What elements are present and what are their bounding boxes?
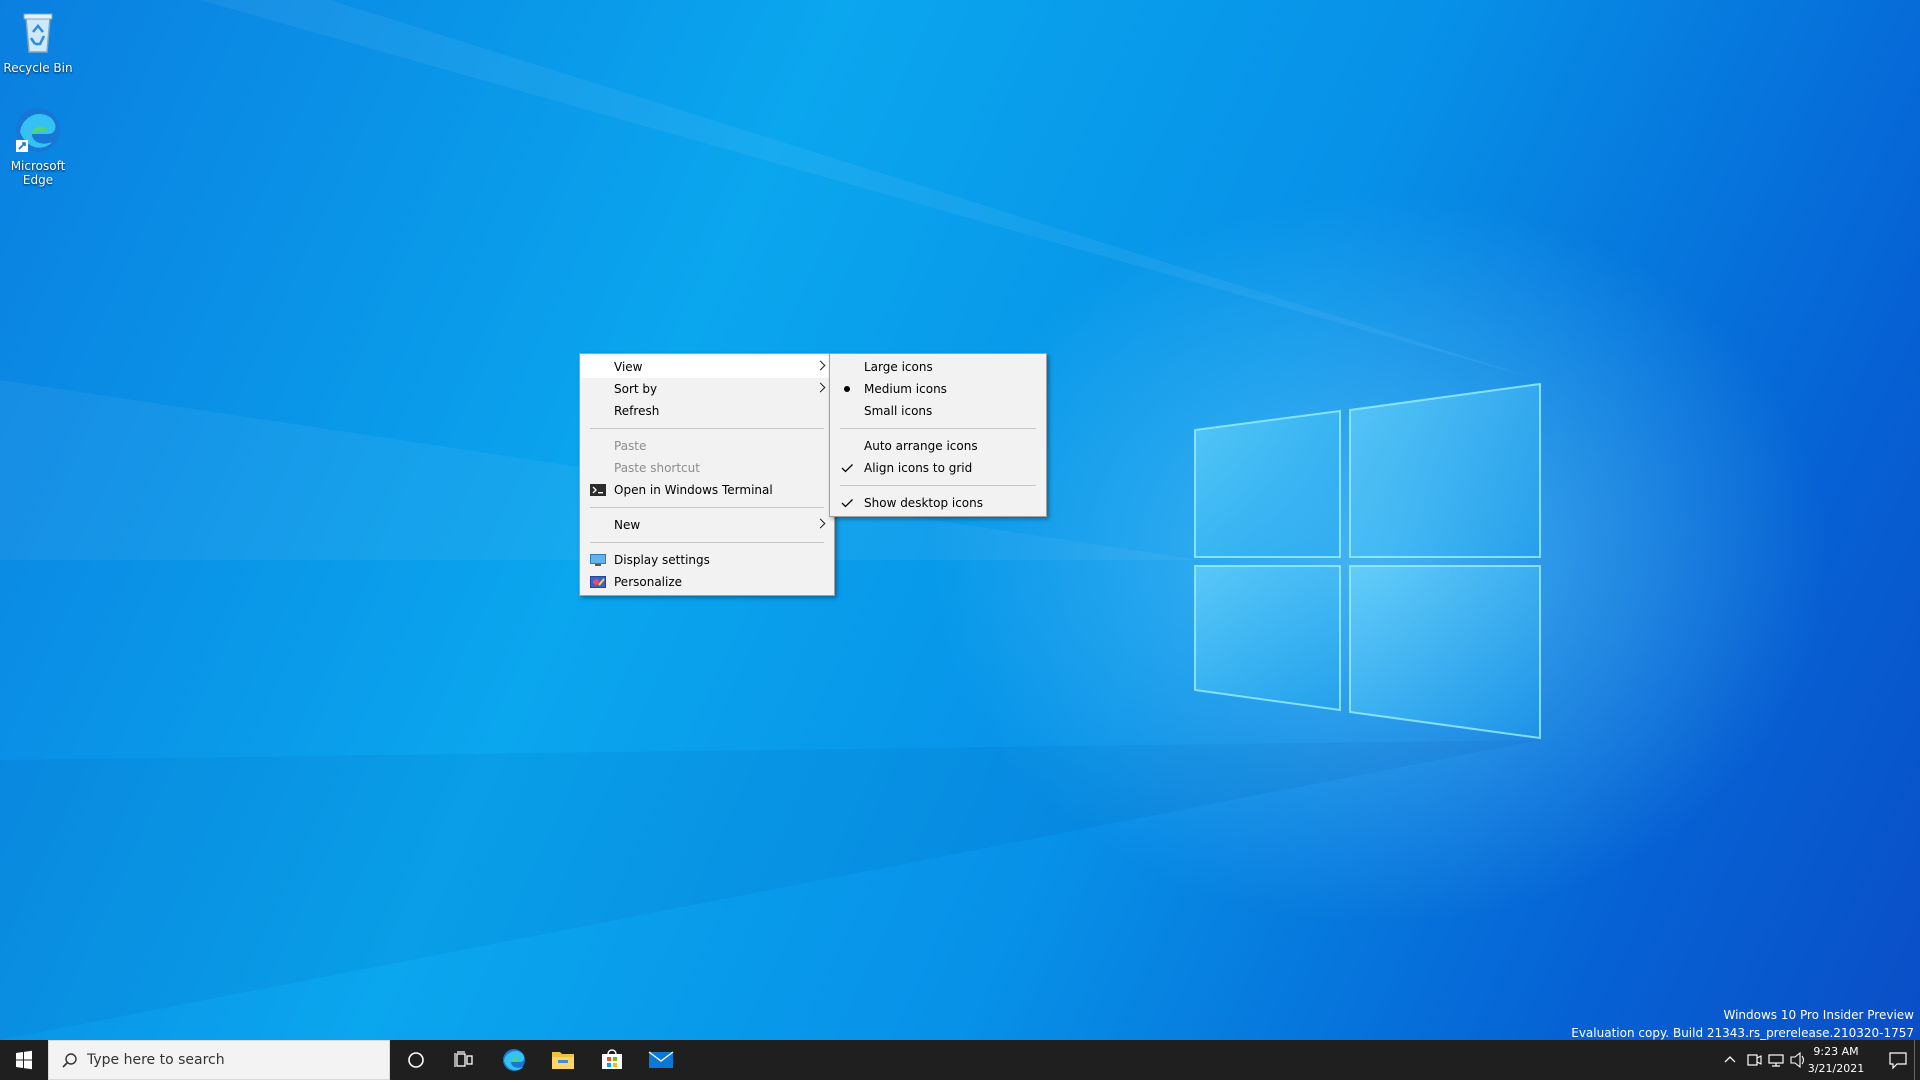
- menu-item-label: Paste: [614, 439, 647, 453]
- start-button[interactable]: [0, 1040, 48, 1080]
- menu-item-label: Sort by: [614, 382, 658, 396]
- personalize-icon: [590, 576, 606, 588]
- desktop-icon-label: Recycle Bin: [3, 61, 73, 75]
- network-icon[interactable]: [1766, 1040, 1786, 1080]
- taskbar: Type here to search: [0, 1040, 1920, 1080]
- checkmark-icon: [841, 499, 853, 508]
- desktop-icon-label: Microsoft Edge: [10, 159, 66, 187]
- menu-separator: [840, 428, 1036, 429]
- chevron-right-icon: [815, 382, 826, 393]
- menu-item-label: New: [614, 518, 641, 532]
- menu-item-label: View: [614, 360, 643, 374]
- menu-item-label: Auto arrange icons: [864, 439, 978, 453]
- show-desktop-button[interactable]: [1914, 1040, 1920, 1080]
- menu-item-refresh[interactable]: Refresh: [580, 400, 834, 422]
- menu-item-label: Show desktop icons: [864, 496, 984, 510]
- meet-now-icon[interactable]: [1744, 1040, 1764, 1080]
- menu-item-personalize[interactable]: Personalize: [580, 571, 834, 593]
- menu-item-label: Open in Windows Terminal: [614, 483, 773, 497]
- terminal-icon: [590, 484, 606, 496]
- desktop-context-menu: View Sort by Refresh Paste Paste shortcu…: [579, 353, 835, 596]
- menu-item-open-terminal[interactable]: Open in Windows Terminal: [580, 479, 834, 501]
- menu-item-label: Align icons to grid: [864, 461, 973, 475]
- menu-item-paste-shortcut[interactable]: Paste shortcut: [580, 457, 834, 479]
- menu-item-label: Large icons: [864, 360, 933, 374]
- cortana-button[interactable]: [392, 1040, 440, 1080]
- recycle-bin-icon: [23, 13, 53, 53]
- view-option-medium-icons[interactable]: Medium icons: [830, 378, 1046, 400]
- view-option-auto-arrange[interactable]: Auto arrange icons: [830, 435, 1046, 457]
- taskbar-search-box[interactable]: Type here to search: [48, 1040, 390, 1080]
- system-tray: [1660, 1040, 1920, 1080]
- task-view-icon: [454, 1051, 473, 1067]
- watermark-edition: Windows 10 Pro Insider Preview: [1723, 1008, 1914, 1022]
- taskbar-app-store[interactable]: [588, 1040, 636, 1080]
- evaluation-watermark: Windows 10 Pro Insider Preview Evaluatio…: [1571, 1006, 1914, 1042]
- menu-item-label: Small icons: [864, 404, 933, 418]
- desktop-icon-edge[interactable]: Microsoft Edge: [0, 106, 76, 187]
- taskbar-clock[interactable]: 9:23 AM 3/21/2021: [1800, 1043, 1872, 1077]
- file-explorer-icon: [552, 1052, 574, 1069]
- chevron-right-icon: [815, 518, 826, 529]
- view-option-small-icons[interactable]: Small icons: [830, 400, 1046, 422]
- chevron-right-icon: [815, 360, 826, 371]
- edge-icon: [16, 108, 60, 152]
- menu-separator: [840, 485, 1036, 486]
- taskbar-app-mail[interactable]: [637, 1040, 685, 1080]
- view-submenu: Large icons Medium icons Small icons Aut…: [829, 353, 1047, 517]
- menu-item-paste[interactable]: Paste: [580, 435, 834, 457]
- store-icon: [602, 1049, 622, 1069]
- menu-item-new[interactable]: New: [580, 514, 834, 536]
- menu-item-label: Display settings: [614, 553, 710, 567]
- task-view-button[interactable]: [440, 1040, 488, 1080]
- view-option-show-desktop-icons[interactable]: Show desktop icons: [830, 492, 1046, 514]
- menu-item-sort-by[interactable]: Sort by: [580, 378, 834, 400]
- menu-item-label: Refresh: [614, 404, 660, 418]
- windows-logo-icon: [16, 1050, 32, 1070]
- taskbar-app-file-explorer[interactable]: [539, 1040, 587, 1080]
- mail-icon: [648, 1051, 674, 1068]
- menu-item-label: Paste shortcut: [614, 461, 700, 475]
- clock-date: 3/21/2021: [1807, 1062, 1865, 1075]
- menu-separator: [590, 542, 824, 543]
- edge-icon: [503, 1049, 525, 1071]
- menu-item-display-settings[interactable]: Display settings: [580, 549, 834, 571]
- menu-separator: [590, 428, 824, 429]
- notification-center-icon[interactable]: [1886, 1040, 1910, 1080]
- chevron-up-icon[interactable]: [1720, 1040, 1740, 1080]
- search-placeholder: Type here to search: [87, 1052, 225, 1068]
- view-option-align-to-grid[interactable]: Align icons to grid: [830, 457, 1046, 479]
- taskbar-app-edge[interactable]: [490, 1040, 538, 1080]
- wallpaper: [0, 0, 1541, 1040]
- view-option-large-icons[interactable]: Large icons: [830, 356, 1046, 378]
- checkmark-icon: [841, 464, 853, 473]
- cortana-icon: [408, 1052, 424, 1068]
- radio-dot-icon: [844, 386, 850, 392]
- search-icon: [62, 1053, 77, 1068]
- menu-item-label: Medium icons: [864, 382, 947, 396]
- menu-separator: [590, 507, 824, 508]
- desktop[interactable]: Recycle Bin Microsoft Edge: [0, 0, 1920, 1040]
- menu-item-view[interactable]: View: [580, 356, 834, 378]
- desktop-icon-recycle-bin[interactable]: Recycle Bin: [0, 8, 76, 75]
- display-settings-icon: [590, 554, 606, 566]
- clock-time: 9:23 AM: [1813, 1045, 1859, 1058]
- menu-item-label: Personalize: [614, 575, 683, 589]
